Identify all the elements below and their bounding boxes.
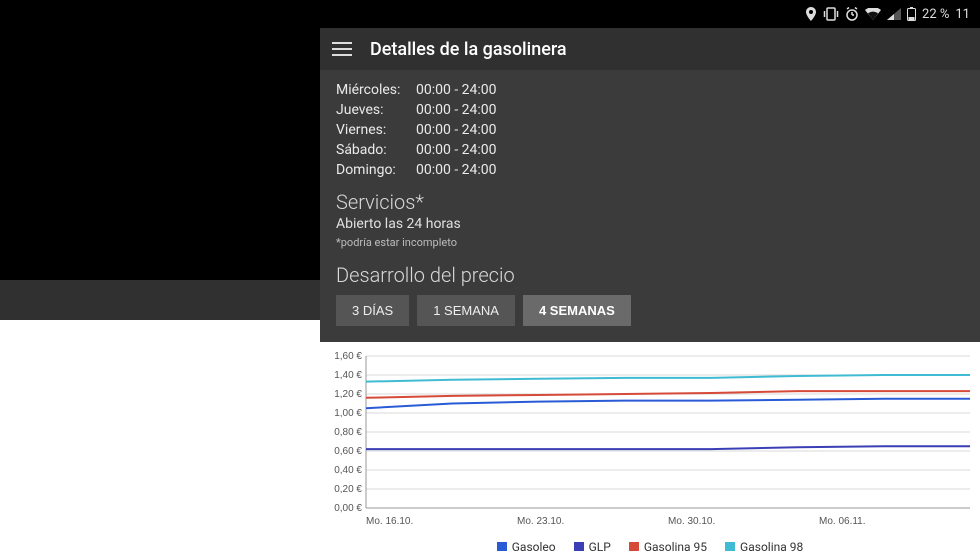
svg-text:0,60 €: 0,60 € <box>334 446 362 457</box>
chart-svg: 0,00 € 0,20 € 0,40 € 0,60 € 0,80 € 1,00 € 1,20… <box>324 350 976 530</box>
svg-text:1,40 €: 1,40 € <box>334 370 362 381</box>
chart-legend: Gasoleo GLP Gasolina 95 Gasolina 98 <box>324 534 976 551</box>
svg-text:Mo. 30.10.: Mo. 30.10. <box>668 516 715 527</box>
legend-swatch <box>725 542 735 551</box>
svg-text:0,20 €: 0,20 € <box>334 484 362 495</box>
legend-item: Gasoleo <box>497 540 556 551</box>
range-tabs: 3 DÍAS 1 SEMANA 4 SEMANAS <box>336 295 964 326</box>
price-chart: 0,00 € 0,20 € 0,40 € 0,60 € 0,80 € 1,00 € 1,20… <box>320 342 980 551</box>
location-icon <box>805 7 817 21</box>
signal-icon <box>887 8 901 20</box>
service-note: *podría estar incompleto <box>336 236 964 249</box>
legend-item: GLP <box>574 540 611 551</box>
legend-item: Gasolina 98 <box>725 540 803 551</box>
wifi-icon <box>865 8 881 20</box>
opening-hours: Miércoles:00:00 - 24:00 Jueves:00:00 - 2… <box>336 80 964 180</box>
tab-3-days[interactable]: 3 DÍAS <box>336 295 409 326</box>
alarm-icon <box>845 7 859 21</box>
services-heading: Servicios* <box>336 190 964 214</box>
svg-text:Mo. 23.10.: Mo. 23.10. <box>517 516 564 527</box>
sidebar-light-band <box>0 280 320 320</box>
battery-percent: 22 % <box>922 7 949 22</box>
tab-1-week[interactable]: 1 SEMANA <box>417 295 515 326</box>
svg-text:Mo. 06.11.: Mo. 06.11. <box>819 516 866 527</box>
svg-text:0,00 €: 0,00 € <box>334 503 362 514</box>
service-line: Abierto las 24 horas <box>336 216 964 232</box>
legend-swatch <box>629 542 639 551</box>
outer-dark-sidebar <box>0 0 320 551</box>
hours-row: Jueves:00:00 - 24:00 <box>336 100 964 120</box>
hours-row: Viernes:00:00 - 24:00 <box>336 120 964 140</box>
svg-text:0,40 €: 0,40 € <box>334 465 362 476</box>
status-bar: 22 % 11 <box>320 0 980 28</box>
clock: 11 <box>955 7 970 22</box>
hamburger-icon[interactable] <box>332 42 352 56</box>
page-title: Detalles de la gasolinera <box>370 39 567 60</box>
svg-text:1,00 €: 1,00 € <box>334 408 362 419</box>
hours-row: Sábado:00:00 - 24:00 <box>336 140 964 160</box>
svg-text:Mo. 16.10.: Mo. 16.10. <box>366 516 413 527</box>
svg-text:1,60 €: 1,60 € <box>334 351 362 362</box>
details-panel: Miércoles:00:00 - 24:00 Jueves:00:00 - 2… <box>320 70 980 342</box>
tab-4-weeks[interactable]: 4 SEMANAS <box>523 295 631 326</box>
title-bar: Detalles de la gasolinera <box>320 28 980 70</box>
vibrate-icon <box>823 7 839 21</box>
legend-swatch <box>574 542 584 551</box>
hours-row: Miércoles:00:00 - 24:00 <box>336 80 964 100</box>
legend-swatch <box>497 542 507 551</box>
battery-icon <box>907 7 916 21</box>
svg-text:1,20 €: 1,20 € <box>334 389 362 400</box>
sidebar-white-area <box>0 320 320 551</box>
legend-item: Gasolina 95 <box>629 540 707 551</box>
price-development-heading: Desarrollo del precio <box>336 263 964 287</box>
svg-text:0,80 €: 0,80 € <box>334 427 362 438</box>
phone-panel: 22 % 11 Detalles de la gasolinera Miérco… <box>320 0 980 551</box>
hours-row: Domingo:00:00 - 24:00 <box>336 160 964 180</box>
